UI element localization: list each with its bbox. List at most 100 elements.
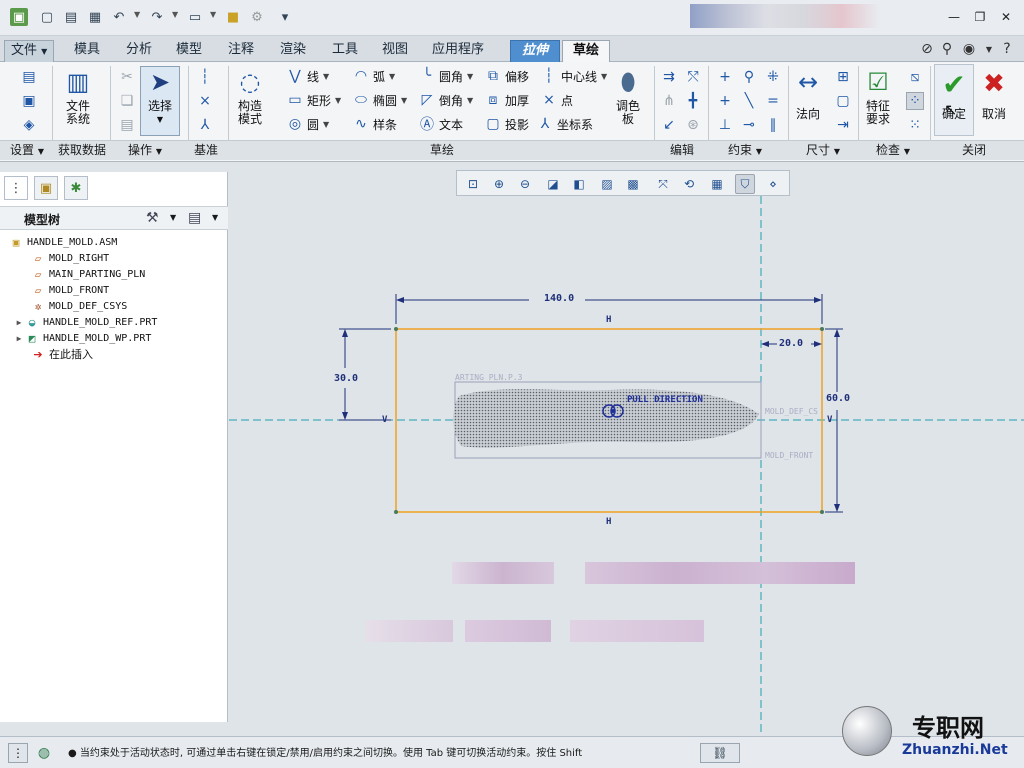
group-settings-label[interactable]: 设置 ▼ bbox=[10, 142, 44, 160]
normal-dimension-button[interactable]: ↔ 法向 bbox=[792, 66, 824, 121]
fillet-button[interactable]: ╰ 圆角 ▼ bbox=[418, 66, 473, 86]
dimension-width[interactable]: 140.0 bbox=[544, 293, 574, 304]
group-inspect-label[interactable]: 检查 ▼ bbox=[876, 142, 910, 160]
palette-button[interactable]: ⬮ 调色 板 bbox=[612, 66, 644, 126]
rotate-resize-icon[interactable]: ⊛ bbox=[684, 116, 702, 134]
text-button[interactable]: Ⓐ 文本 bbox=[418, 114, 463, 134]
reference-dim-icon[interactable]: ▢ bbox=[834, 92, 852, 110]
datum-point-icon[interactable]: × bbox=[196, 92, 214, 110]
tab-analysis[interactable]: 分析 bbox=[120, 40, 158, 62]
repaint-icon[interactable]: ◪ bbox=[543, 174, 563, 194]
help-icon[interactable]: ◉ bbox=[960, 40, 978, 58]
tangent-constraint-icon[interactable]: ⚲ bbox=[740, 68, 758, 86]
project-button[interactable]: ▢ 投影 bbox=[484, 114, 529, 134]
tab-extrude[interactable]: 拉伸 bbox=[510, 40, 560, 62]
redo-dropdown-icon[interactable]: ▼ bbox=[172, 10, 178, 19]
annotation-display-icon[interactable]: ▦ bbox=[707, 174, 727, 194]
refit-icon[interactable]: ⊡ bbox=[463, 174, 483, 194]
paste-icon[interactable]: ▤ bbox=[118, 116, 136, 134]
save-icon[interactable]: ▦ bbox=[86, 8, 104, 26]
tab-tools[interactable]: 工具 bbox=[326, 40, 364, 62]
cancel-button[interactable]: ✖ 取消 bbox=[976, 68, 1012, 121]
undo-icon[interactable]: ↶ bbox=[110, 8, 128, 26]
chevron-down-icon[interactable]: ▼ bbox=[212, 213, 218, 222]
construction-mode-button[interactable]: ◌ 构造 模式 bbox=[234, 66, 266, 126]
chevron-down-icon[interactable]: ▼ bbox=[170, 213, 176, 222]
tree-item[interactable]: ▣ HANDLE_MOLD.ASM bbox=[8, 234, 118, 250]
point-button[interactable]: × 点 bbox=[540, 90, 573, 110]
close-window-icon[interactable]: ✕ bbox=[996, 8, 1016, 26]
tab-render[interactable]: 渲染 bbox=[274, 40, 312, 62]
tree-item[interactable]: ▱ MOLD_FRONT bbox=[30, 282, 110, 298]
spline-button[interactable]: ∿ 样条 bbox=[352, 114, 397, 134]
new-file-icon[interactable]: ▢ bbox=[38, 8, 56, 26]
cut-icon[interactable]: ✂ bbox=[118, 68, 136, 86]
view-manager-icon[interactable]: ▩ bbox=[623, 174, 643, 194]
midpoint-constraint-icon[interactable]: ╲ bbox=[740, 92, 758, 110]
zoom-in-icon[interactable]: ⊕ bbox=[489, 174, 509, 194]
perpendicular-constraint-icon[interactable]: ⊥ bbox=[716, 116, 734, 134]
overlap-geometry-icon[interactable]: ⧅ bbox=[906, 68, 924, 86]
sketch-view-icon[interactable]: ◈ bbox=[20, 116, 38, 134]
saved-orientations-icon[interactable]: ▨ bbox=[597, 174, 617, 194]
tab-model[interactable]: 模型 bbox=[170, 40, 208, 62]
group-operations-label[interactable]: 操作 ▼ bbox=[128, 142, 162, 160]
tree-item[interactable]: ✲ MOLD_DEF_CSYS bbox=[30, 298, 128, 314]
corner-icon[interactable]: ↙ bbox=[660, 116, 678, 134]
settings-help-icon[interactable]: ? bbox=[998, 40, 1016, 58]
restore-icon[interactable]: ❐ bbox=[970, 8, 990, 26]
line-button[interactable]: ⋁ 线 ▼ bbox=[286, 66, 329, 86]
open-file-icon[interactable]: ▤ bbox=[62, 8, 80, 26]
tab-annotate[interactable]: 注释 bbox=[222, 40, 260, 62]
tab-view[interactable]: 视图 bbox=[376, 40, 414, 62]
show-icon[interactable]: ▤ bbox=[188, 210, 201, 226]
arc-button[interactable]: ◠ 弧 ▼ bbox=[352, 66, 395, 86]
folder-browser-tab-icon[interactable]: ▣ bbox=[34, 176, 58, 200]
chamfer-button[interactable]: ◸ 倒角 ▼ bbox=[418, 90, 474, 110]
redo-icon[interactable]: ↷ bbox=[148, 8, 166, 26]
window-icon[interactable]: ▭ bbox=[186, 8, 204, 26]
references-icon[interactable]: ▣ bbox=[20, 92, 38, 110]
divide-icon[interactable]: ⤲ bbox=[684, 68, 702, 86]
offset-button[interactable]: ⧉ 偏移 bbox=[484, 66, 529, 86]
tree-item[interactable]: ▶ ◒ HANDLE_MOLD_REF.PRT bbox=[14, 314, 158, 330]
browser-toggle-icon[interactable]: ◍ bbox=[34, 743, 54, 763]
window-dropdown-icon[interactable]: ▼ bbox=[210, 10, 216, 19]
tab-sketch[interactable]: 草绘 bbox=[562, 40, 610, 62]
rectangle-button[interactable]: ▭ 矩形 ▼ bbox=[286, 90, 341, 110]
copy-icon[interactable]: ❏ bbox=[118, 92, 136, 110]
coincident-constraint-icon[interactable]: ⊸ bbox=[740, 116, 758, 134]
delete-segment-icon[interactable]: ╋ bbox=[684, 92, 702, 110]
undo-dropdown-icon[interactable]: ▼ bbox=[134, 10, 140, 19]
regenerate-icon[interactable]: ⚙ bbox=[248, 8, 266, 26]
model-tree-tab-icon[interactable]: ⋮ bbox=[4, 176, 28, 200]
modify-icon[interactable]: ⇉ bbox=[660, 68, 678, 86]
tab-file[interactable]: 文件 ▼ bbox=[4, 40, 55, 62]
feature-requirements-button[interactable]: ☑ 特征 要求 bbox=[862, 66, 894, 126]
tree-item[interactable]: ▶ ◩ HANDLE_MOLD_WP.PRT bbox=[14, 330, 152, 346]
expand-icon[interactable]: ▶ bbox=[14, 334, 24, 343]
zoom-out-icon[interactable]: ⊖ bbox=[515, 174, 535, 194]
csys-button[interactable]: ⅄ 坐标系 bbox=[536, 114, 593, 134]
datum-csys-icon[interactable]: ⅄ bbox=[196, 116, 214, 134]
mirror-icon[interactable]: ⋔ bbox=[660, 92, 678, 110]
group-constrain-label[interactable]: 约束 ▼ bbox=[728, 142, 762, 160]
reset-icon[interactable]: ⊘ bbox=[918, 40, 936, 58]
dimension-offset-left[interactable]: 30.0 bbox=[334, 373, 358, 384]
sketch-view-toggle-icon[interactable]: ⛉ bbox=[735, 174, 755, 194]
horizontal-constraint-icon[interactable]: + bbox=[716, 92, 734, 110]
equal-constraint-icon[interactable]: = bbox=[764, 92, 782, 110]
tab-mold[interactable]: 模具 bbox=[68, 40, 106, 62]
file-system-button[interactable]: ▥ 文件 系统 bbox=[62, 66, 94, 126]
tree-settings-icon[interactable]: ⚒ bbox=[146, 210, 159, 226]
tree-item[interactable]: ▱ MAIN_PARTING_PLN bbox=[30, 266, 146, 282]
highlight-open-ends-icon[interactable]: ⁘ bbox=[906, 92, 924, 110]
shade-closed-loops-icon[interactable]: ⁙ bbox=[906, 116, 924, 134]
display-style-icon[interactable]: ◧ bbox=[569, 174, 589, 194]
sketcher-display-icon[interactable]: ⋄ bbox=[763, 174, 783, 194]
vertical-constraint-icon[interactable]: + bbox=[716, 68, 734, 86]
search-icon[interactable]: ⚲ bbox=[938, 40, 956, 58]
centerline-button[interactable]: ┆ 中心线 ▼ bbox=[540, 66, 607, 86]
minimize-icon[interactable]: — bbox=[944, 8, 964, 26]
parallel-constraint-icon[interactable]: ∥ bbox=[764, 116, 782, 134]
